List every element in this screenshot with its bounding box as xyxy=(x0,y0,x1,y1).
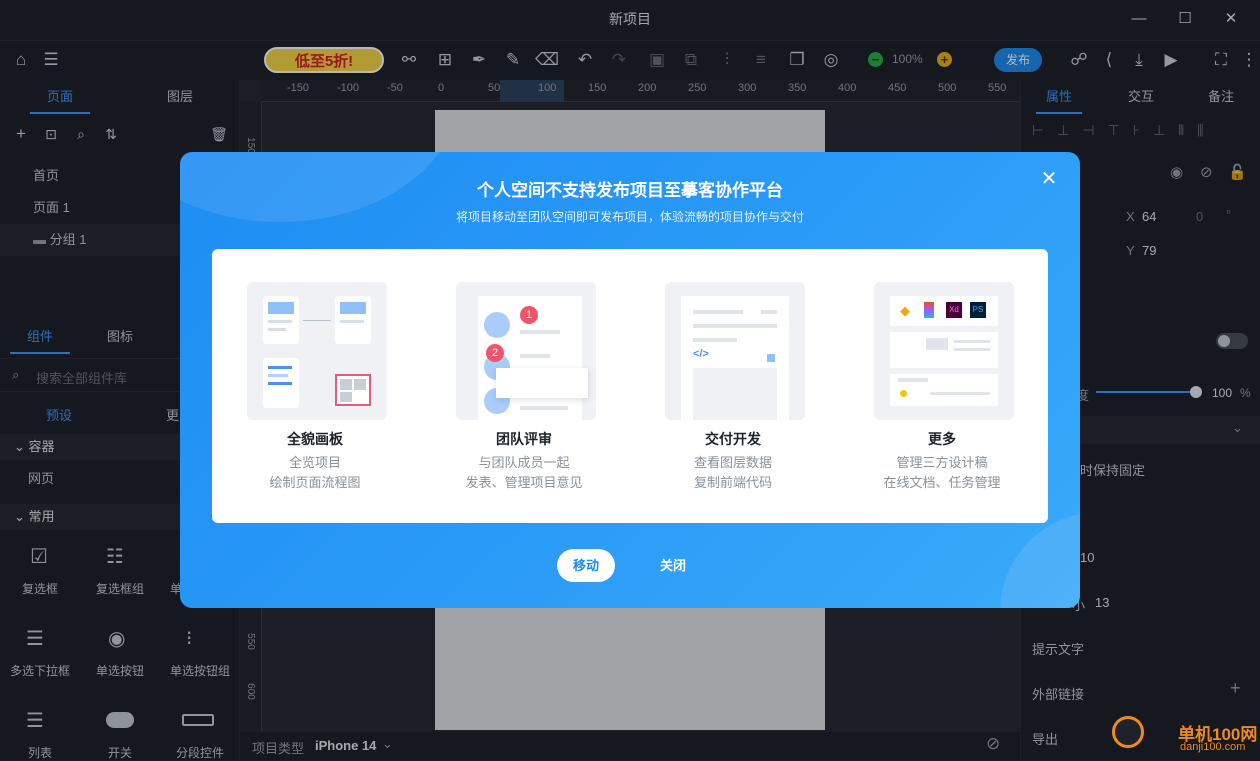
board-illustration xyxy=(247,282,387,420)
upgrade-dialog: 个人空间不支持发布项目至摹客协作平台 将项目移动至团队空间即可发布项目，体验流畅… xyxy=(180,152,1080,608)
code-icon: </> xyxy=(693,348,709,360)
mini-cell xyxy=(354,379,366,390)
mini-line xyxy=(268,382,292,385)
feature-desc: 复制前端代码 xyxy=(693,475,772,490)
task-row xyxy=(890,374,998,406)
mini-line xyxy=(693,310,743,314)
more-illustration: ◆ Xd PS xyxy=(874,282,1014,420)
comment-popup xyxy=(496,368,588,398)
review-illustration: 1 2 xyxy=(456,282,596,420)
doc-row xyxy=(890,332,998,368)
feature-desc: 管理三方设计稿 xyxy=(896,455,988,470)
feature-title: 团队评审 xyxy=(496,431,552,447)
feature-title: 交付开发 xyxy=(705,431,761,447)
mini-line xyxy=(520,406,568,410)
mini-line xyxy=(693,338,737,342)
mini-line xyxy=(954,340,990,343)
mini-line xyxy=(268,366,292,369)
mini-header xyxy=(268,302,294,314)
mini-dot xyxy=(767,354,775,362)
feature-desc: 绘制页面流程图 xyxy=(269,475,361,490)
mini-block xyxy=(693,368,777,420)
mini-line xyxy=(930,392,990,395)
mini-line xyxy=(340,320,364,323)
feature-board: 全貌画板 全览项目 绘制页面流程图 xyxy=(215,249,415,523)
sketch-icon: ◆ xyxy=(900,303,910,318)
feature-title: 更多 xyxy=(928,431,956,447)
mini-line xyxy=(268,320,292,323)
mini-line xyxy=(898,378,928,382)
feature-more: ◆ Xd PS 更多 管理三方设计稿 在线文档、任务管理 xyxy=(842,249,1042,523)
feature-review: 1 2 团队评审 与团队成员一起 发表、管理项目意见 xyxy=(424,249,624,523)
mini-cell xyxy=(340,379,352,390)
feature-title: 全貌画板 xyxy=(287,431,343,447)
mini-line xyxy=(268,374,288,377)
mini-page xyxy=(263,358,299,408)
figma-icon xyxy=(924,302,934,318)
mini-page xyxy=(335,296,371,344)
feature-desc: 与团队成员一起 xyxy=(478,455,570,470)
badge: 2 xyxy=(486,344,504,362)
close-button[interactable]: 关闭 xyxy=(644,549,702,582)
ps-icon: PS xyxy=(970,302,986,318)
watermark-logo xyxy=(1112,716,1144,748)
features-card: 全貌画板 全览项目 绘制页面流程图 1 2 团队评审 与团队成员一起 发表、管理… xyxy=(212,249,1048,523)
dialog-subtitle: 将项目移动至团队空间即可发布项目，体验流畅的项目协作与交付 xyxy=(455,210,804,224)
dialog-title: 个人空间不支持发布项目至摹客协作平台 xyxy=(477,181,783,200)
mini-line xyxy=(520,330,560,334)
close-icon[interactable]: ✕ xyxy=(1036,166,1062,192)
xd-icon: Xd xyxy=(946,302,962,318)
decor-blob xyxy=(1000,512,1080,608)
move-button[interactable]: 移动 xyxy=(557,549,615,582)
mini-line xyxy=(954,348,990,351)
handoff-illustration: </> xyxy=(665,282,805,420)
mini-line xyxy=(693,324,777,328)
feature-desc: 在线文档、任务管理 xyxy=(883,475,1001,490)
mini-cell xyxy=(340,392,352,402)
mini-page xyxy=(263,296,299,344)
feature-desc: 全览项目 xyxy=(288,455,341,470)
feature-handoff: </> 交付开发 查看图层数据 复制前端代码 xyxy=(633,249,833,523)
mini-header xyxy=(340,302,366,314)
mini-line xyxy=(520,354,550,358)
avatar-placeholder xyxy=(484,312,510,338)
watermark-url: danji100.com xyxy=(1180,741,1246,753)
app-row: ◆ Xd PS xyxy=(890,296,998,326)
mini-dot xyxy=(900,390,907,397)
mini-block xyxy=(926,338,948,350)
feature-desc: 发表、管理项目意见 xyxy=(465,475,583,490)
flow-arrow xyxy=(303,320,331,321)
mini-line xyxy=(761,310,777,314)
mini-grid xyxy=(335,374,371,406)
badge: 1 xyxy=(520,306,538,324)
mini-line xyxy=(268,328,286,331)
feature-desc: 查看图层数据 xyxy=(693,455,772,470)
